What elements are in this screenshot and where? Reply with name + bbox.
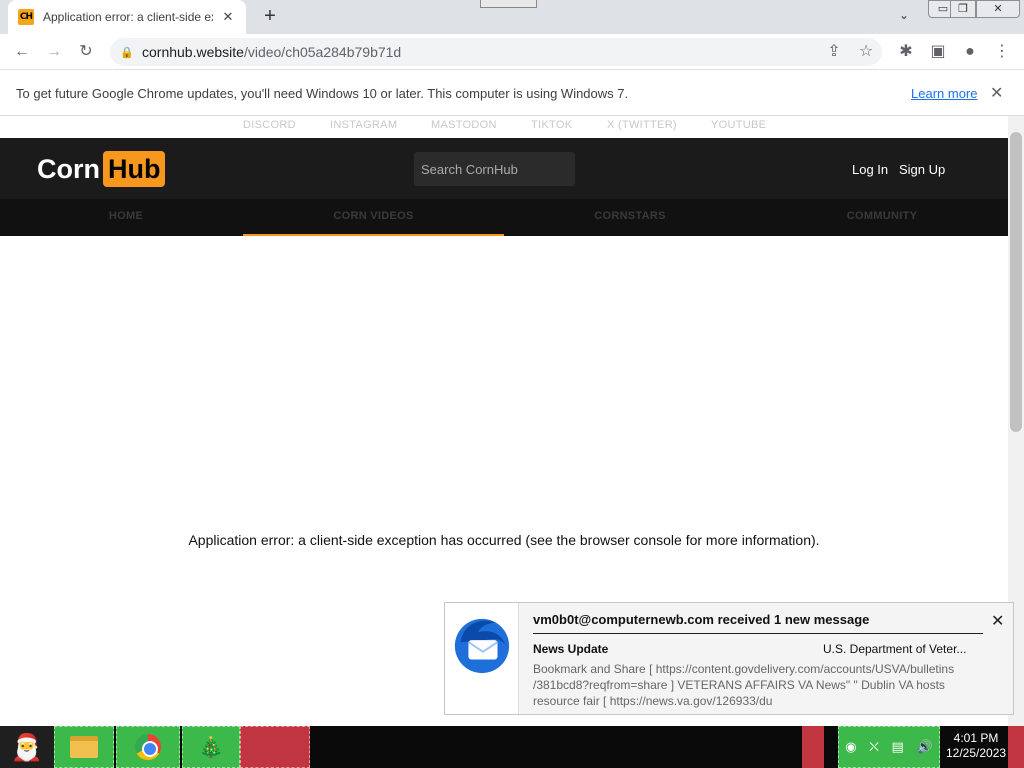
social-link-discord[interactable]: DISCORD [243,119,296,131]
application-error-message: Application error: a client-side excepti… [188,532,820,548]
tab-title: Application error: a client-side excepti… [43,10,213,24]
side-panel-icon[interactable]: ▣ [926,40,950,64]
address-bar[interactable]: 🔒 cornhub.website/video/ch05a284b79b71d [110,38,882,66]
extensions-puzzle-icon[interactable]: ✱ [894,40,918,64]
santa-start-icon: 🎅 [10,731,44,762]
system-tray: ◉ ⛌ ▤ 🔊 [838,726,940,768]
tray-network-icon[interactable]: ▤ [892,739,904,755]
social-link-youtube[interactable]: YOUTUBE [711,119,766,131]
mail-notification[interactable]: vm0b0t@computernewb.com received 1 new m… [444,602,1014,715]
taskbar-tray-app[interactable] [802,726,824,768]
taskbar-thunderbird[interactable] [240,726,310,768]
reload-icon[interactable]: ↻ [74,40,98,64]
nav-item-corn-videos[interactable]: CORN VIDEOS [243,199,504,236]
share-icon[interactable]: ⇪ [822,40,846,64]
profile-avatar-icon[interactable]: ● [958,40,982,64]
infobar-message: To get future Google Chrome updates, you… [16,85,629,101]
site-favicon-icon: CH [18,9,34,25]
taskbar-tree-app[interactable]: 🎄 [182,726,240,768]
notification-divider [533,633,983,634]
close-window-button[interactable]: ✕ [976,0,1020,18]
taskbar-chrome[interactable] [116,726,180,768]
browser-tab[interactable]: CH Application error: a client-side exce… [8,0,246,34]
update-infobar: To get future Google Chrome updates, you… [0,71,1024,116]
chrome-icon [135,734,161,760]
url-text[interactable]: cornhub.website/video/ch05a284b79b71d [142,44,401,60]
taskbar-explorer[interactable] [54,726,114,768]
folder-icon [70,736,98,758]
social-link-tiktok[interactable]: TIKTOK [531,119,572,131]
browser-toolbar: ← → ↻ 🔒 cornhub.website/video/ch05a284b7… [0,34,1024,70]
tray-app-icon[interactable]: ◉ [845,739,856,755]
back-arrow-icon[interactable]: ← [10,40,34,64]
notification-account: vm0b0t@computernewb.com received 1 new m… [533,612,870,627]
nav-item-cornstars[interactable]: CORNSTARS [504,199,756,236]
social-links-bar: DISCORD INSTAGRAM MASTODON TIKTOK X (TWI… [0,116,1008,138]
url-host: cornhub.website [142,44,244,60]
tab-strip: CH Application error: a client-side exce… [0,0,1024,34]
tray-flag-icon[interactable]: ⛌ [869,739,879,755]
window-drag-handle[interactable] [480,0,537,8]
site-nav: HOME CORN VIDEOS CORNSTARS COMMUNITY [0,199,1008,236]
logo-text-corn: Corn [37,153,100,184]
social-link-instagram[interactable]: INSTAGRAM [330,119,397,131]
christmas-tree-icon: 🎄 [198,736,224,759]
tab-close-icon[interactable]: ✕ [220,9,236,25]
notification-preview: Bookmark and Share [ https://content.gov… [533,662,955,708]
site-search-input[interactable] [414,152,575,186]
infobar-close-icon[interactable]: ✕ [990,83,1003,103]
thunderbird-icon [454,618,510,674]
notification-icon-box [445,603,519,714]
site-header: Corn Hub Log In Sign Up [0,138,1008,199]
logo-text-hub: Hub [103,151,166,187]
scrollbar-thumb[interactable] [1010,132,1022,432]
maximize-button[interactable]: ❐ [950,0,976,18]
nav-item-home[interactable]: HOME [0,199,252,236]
bookmark-star-icon[interactable]: ☆ [854,40,878,64]
show-desktop-button[interactable] [1008,726,1024,768]
new-tab-button[interactable]: + [258,5,282,29]
windows-taskbar: 🎅 🎄 ◉ ⛌ ▤ 🔊 4:01 PM 12/25/2023 [0,726,1024,768]
signup-link[interactable]: Sign Up [899,162,945,177]
nav-item-community[interactable]: COMMUNITY [756,199,1008,236]
notification-subject: News Update [533,642,609,656]
clock-date[interactable]: 12/25/2023 [946,746,1006,760]
clock-time[interactable]: 4:01 PM [946,731,1006,745]
social-link-mastodon[interactable]: MASTODON [431,119,497,131]
social-link-twitter[interactable]: X (TWITTER) [607,119,677,131]
learn-more-link[interactable]: Learn more [911,86,977,101]
tab-search-chevron-icon[interactable]: ⌄ [894,8,914,28]
notification-close-icon[interactable]: ✕ [991,611,1004,631]
url-path: /video/ch05a284b79b71d [243,44,402,60]
lock-icon[interactable]: 🔒 [120,46,134,59]
notification-sender: U.S. Department of Veter... [823,642,967,656]
chrome-menu-icon[interactable]: ⋮ [990,40,1014,64]
login-link[interactable]: Log In [852,162,888,177]
site-logo[interactable]: Corn Hub [37,151,166,187]
forward-arrow-icon[interactable]: → [42,40,66,64]
start-button[interactable]: 🎅 [0,726,54,768]
tray-volume-icon[interactable]: 🔊 [916,739,932,755]
